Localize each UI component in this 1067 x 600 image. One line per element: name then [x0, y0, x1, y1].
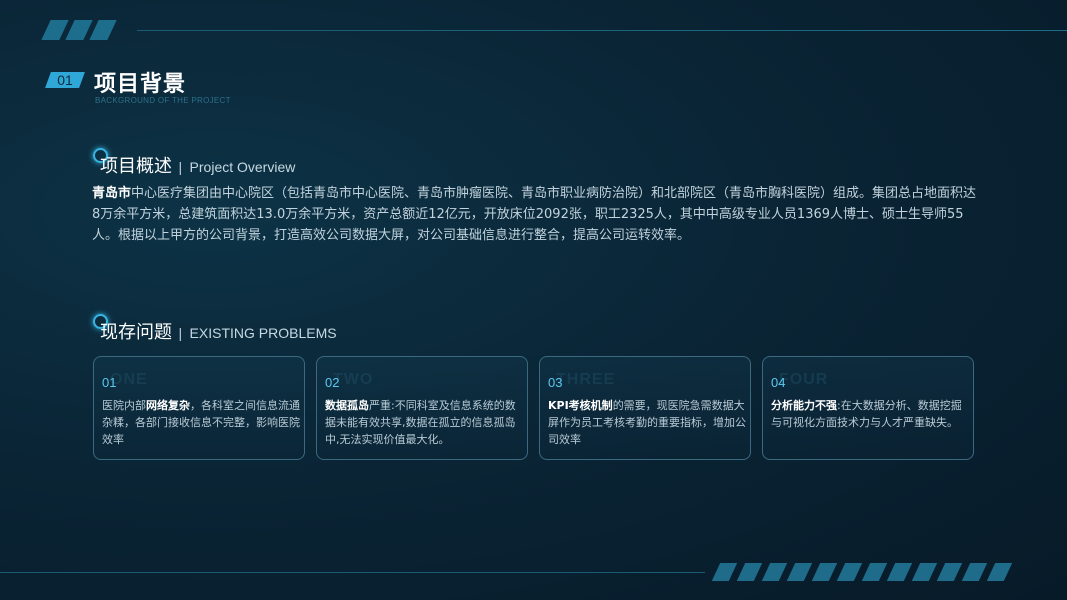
card-text: 分析能力不强:在大数据分析、数据挖掘与可视化方面技术力与人才严重缺失。 — [771, 397, 969, 431]
page-title: 项目背景 — [94, 72, 187, 97]
overview-paragraph: 青岛市中心医疗集团由中心院区（包括青岛市中心医院、青岛市肿瘤医院、青岛市职业病防… — [92, 183, 977, 246]
card-text: KPI考核机制的需要，现医院急需数据大屏作为员工考核考勤的重要指标，增加公司效率 — [548, 397, 746, 448]
problem-card: TWO 02 数据孤岛严重:不同科室及信息系统的数据未能有效共享,数据在孤立的信… — [316, 356, 528, 460]
top-divider-line — [137, 30, 1067, 31]
heading-separator: | — [178, 325, 183, 341]
card-number: 03 — [548, 375, 563, 390]
stripe — [736, 563, 763, 581]
card-ghost-label: FOUR — [779, 371, 829, 388]
stripe — [811, 563, 838, 581]
card-text-bold: 分析能力不强 — [771, 399, 837, 412]
problems-heading-title: 现存问题 — [100, 322, 172, 343]
stripe — [761, 563, 788, 581]
stripe — [961, 563, 988, 581]
bottom-divider-line — [0, 572, 705, 573]
problem-card: FOUR 04 分析能力不强:在大数据分析、数据挖掘与可视化方面技术力与人才严重… — [762, 356, 974, 460]
overview-text: 中心医疗集团由中心院区（包括青岛市中心医院、青岛市肿瘤医院、青岛市职业病防治院）… — [92, 186, 977, 243]
overview-heading-title: 项目概述 — [100, 156, 172, 177]
bottom-stripes-decoration — [711, 563, 1013, 581]
stripe — [986, 563, 1013, 581]
card-number: 01 — [102, 375, 117, 390]
card-number: 02 — [325, 375, 340, 390]
problems-heading-en: EXISTING PROBLEMS — [189, 325, 337, 341]
card-text: 医院内部网络复杂，各科室之间信息流通杂糅，各部门接收信息不完整，影响医院效率 — [102, 397, 300, 448]
card-ghost-label: THREE — [556, 371, 616, 388]
page-subtitle: BACKGROUND OF THE PROJECT — [95, 96, 231, 105]
problem-card: ONE 01 医院内部网络复杂，各科室之间信息流通杂糅，各部门接收信息不完整，影… — [93, 356, 305, 460]
problem-card: THREE 03 KPI考核机制的需要，现医院急需数据大屏作为员工考核考勤的重要… — [539, 356, 751, 460]
section-number: 01 — [57, 72, 73, 88]
card-text: 数据孤岛严重:不同科室及信息系统的数据未能有效共享,数据在孤立的信息孤岛中,无法… — [325, 397, 523, 448]
card-text-bold: 数据孤岛 — [325, 399, 369, 412]
stripe — [786, 563, 813, 581]
stripe — [89, 20, 117, 40]
stripe — [836, 563, 863, 581]
card-text-bold: 网络复杂 — [146, 399, 190, 412]
problems-heading: 现存问题 | EXISTING PROBLEMS — [100, 318, 337, 344]
card-number: 04 — [771, 375, 786, 390]
overview-heading-en: Project Overview — [189, 159, 296, 175]
stripe — [41, 20, 69, 40]
stripe — [936, 563, 963, 581]
top-stripes-decoration — [41, 20, 117, 40]
card-text-lead: 医院内部 — [102, 399, 146, 412]
stripe — [65, 20, 93, 40]
heading-separator: | — [178, 159, 183, 175]
stripe — [886, 563, 913, 581]
overview-highlight: 青岛市 — [92, 186, 132, 201]
card-text-bold: KPI考核机制 — [548, 399, 613, 412]
stripe — [861, 563, 888, 581]
stripe — [911, 563, 938, 581]
stripe — [711, 563, 738, 581]
overview-heading: 项目概述 | Project Overview — [100, 152, 295, 178]
